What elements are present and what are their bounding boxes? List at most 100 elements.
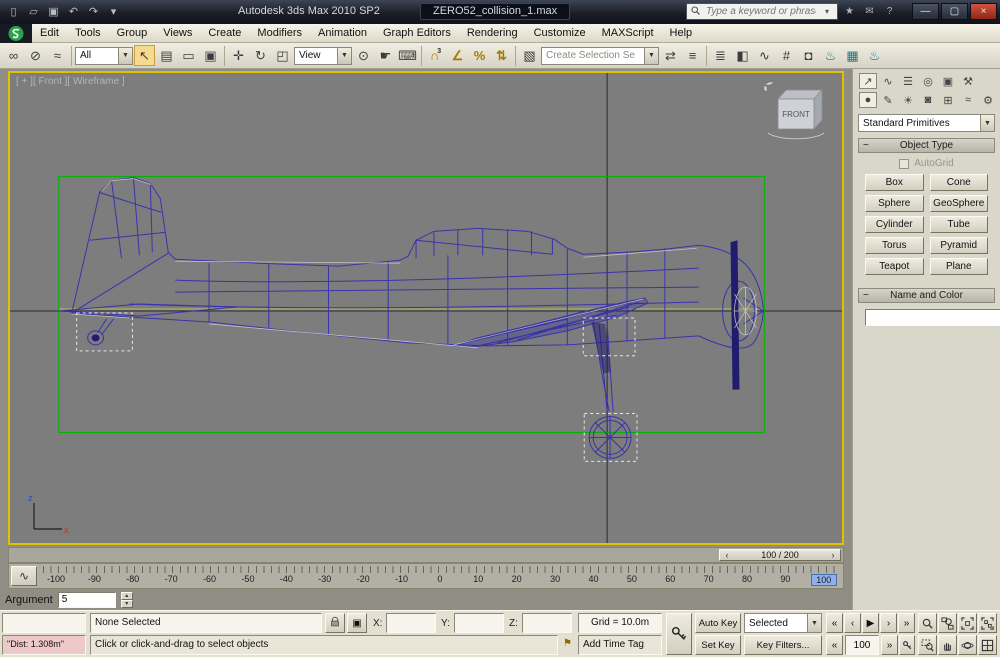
current-frame-field[interactable] xyxy=(845,635,879,655)
help-icon[interactable]: ? xyxy=(881,3,898,20)
chevron-down-icon[interactable]: ▼ xyxy=(807,614,821,632)
zoom-all-icon[interactable] xyxy=(938,613,957,633)
menu-edit[interactable]: Edit xyxy=(32,25,67,41)
render-setup-icon[interactable]: ♨ xyxy=(820,45,841,66)
set-keys-icon[interactable] xyxy=(666,613,692,655)
orbit-icon[interactable] xyxy=(958,635,977,655)
next-frame-icon[interactable]: › xyxy=(880,613,897,633)
tab-create-icon[interactable]: ↗ xyxy=(859,73,877,89)
maxscript-macro-line[interactable]: "Dist: 1.308m" xyxy=(2,635,86,655)
select-and-scale-icon[interactable]: ◰ xyxy=(272,45,293,66)
undo-icon[interactable]: ↶ xyxy=(64,3,83,21)
category-systems-icon[interactable]: ⚙ xyxy=(979,92,997,108)
angle-snap-icon[interactable]: ∠ xyxy=(447,45,468,66)
search-input[interactable] xyxy=(703,6,819,17)
search-dropdown-icon[interactable]: ▾ xyxy=(819,7,835,16)
save-file-icon[interactable]: ▣ xyxy=(44,3,63,21)
percent-snap-icon[interactable]: % xyxy=(469,45,490,66)
menu-graph-editors[interactable]: Graph Editors xyxy=(375,25,459,41)
category-geometry-icon[interactable]: ● xyxy=(859,92,877,108)
menu-create[interactable]: Create xyxy=(200,25,249,41)
time-slider-next-icon[interactable]: › xyxy=(826,550,840,560)
unlink-selection-icon[interactable]: ⊘ xyxy=(25,45,46,66)
category-cameras-icon[interactable]: ◙ xyxy=(919,92,937,108)
trackbar-current-frame[interactable]: 100 xyxy=(811,574,837,586)
tab-motion-icon[interactable]: ◎ xyxy=(919,73,937,89)
mirror-icon[interactable]: ⇄ xyxy=(660,45,681,66)
bind-to-space-warp-icon[interactable]: ≈ xyxy=(47,45,68,66)
maximize-button[interactable]: ▢ xyxy=(941,3,968,20)
absolute-mode-icon[interactable]: ▣ xyxy=(347,613,367,633)
select-and-rotate-icon[interactable]: ↻ xyxy=(250,45,271,66)
object-name-field[interactable] xyxy=(865,309,1000,326)
graphite-modeling-tools-icon[interactable]: ◧ xyxy=(732,45,753,66)
open-file-icon[interactable]: ▱ xyxy=(24,3,43,21)
render-production-icon[interactable]: ♨ xyxy=(864,45,885,66)
time-slider-handle[interactable]: ‹ 100 / 200 › xyxy=(719,549,841,561)
menu-maxscript[interactable]: MAXScript xyxy=(594,25,662,41)
use-center-icon[interactable]: ⊙ xyxy=(353,45,374,66)
communication-center-icon[interactable]: ✉ xyxy=(861,3,878,20)
search-icon[interactable] xyxy=(687,5,703,19)
tab-hierarchy-icon[interactable]: ☰ xyxy=(899,73,917,89)
autogrid-checkbox[interactable] xyxy=(899,159,909,169)
cylinder-button[interactable]: Cylinder xyxy=(865,216,924,233)
select-object-icon[interactable]: ↖ xyxy=(134,45,155,66)
chevron-down-icon[interactable]: ▼ xyxy=(980,115,994,131)
menu-animation[interactable]: Animation xyxy=(310,25,375,41)
category-shapes-icon[interactable]: ✎ xyxy=(879,92,897,108)
window-crossing-icon[interactable]: ▣ xyxy=(200,45,221,66)
tab-display-icon[interactable]: ▣ xyxy=(939,73,957,89)
time-slider-prev-icon[interactable]: ‹ xyxy=(720,550,734,560)
reference-coordinate-dropdown[interactable]: View ▼ xyxy=(294,47,352,65)
viewcube[interactable]: FRONT xyxy=(760,81,830,143)
argument-spinner[interactable]: ▴ ▾ xyxy=(121,592,133,608)
menu-rendering[interactable]: Rendering xyxy=(459,25,526,41)
edit-named-selection-sets-icon[interactable]: ▧ xyxy=(519,45,540,66)
menu-group[interactable]: Group xyxy=(109,25,156,41)
align-icon[interactable]: ≡ xyxy=(682,45,703,66)
auto-key-button[interactable]: Auto Key xyxy=(695,613,741,633)
chevron-down-icon[interactable]: ▼ xyxy=(337,48,351,64)
torus-button[interactable]: Torus xyxy=(865,237,924,254)
previous-key-icon[interactable]: « xyxy=(826,635,843,655)
minimize-button[interactable]: — xyxy=(912,3,939,20)
category-lights-icon[interactable]: ☀ xyxy=(899,92,917,108)
selection-lock-icon[interactable] xyxy=(325,613,345,633)
key-filters-button[interactable]: Key Filters... xyxy=(744,635,822,655)
maximize-viewport-toggle-icon[interactable] xyxy=(978,635,997,655)
favorites-star-icon[interactable]: ★ xyxy=(841,3,858,20)
time-slider-track[interactable]: ‹ 100 / 200 › xyxy=(8,547,844,563)
menu-tools[interactable]: Tools xyxy=(67,25,109,41)
go-to-end-icon[interactable]: » xyxy=(898,613,915,633)
maxscript-listener-line[interactable] xyxy=(2,613,86,633)
category-space-warps-icon[interactable]: ≈ xyxy=(959,92,977,108)
rendered-frame-window-icon[interactable]: ▦ xyxy=(842,45,863,66)
play-icon[interactable]: ▶ xyxy=(862,613,879,633)
menu-customize[interactable]: Customize xyxy=(526,25,594,41)
layer-manager-icon[interactable]: ≣ xyxy=(710,45,731,66)
select-and-link-icon[interactable]: ∞ xyxy=(3,45,24,66)
z-coordinate-field[interactable] xyxy=(522,613,572,633)
spinner-snap-icon[interactable]: ⇅ xyxy=(491,45,512,66)
chevron-down-icon[interactable]: ▼ xyxy=(118,48,132,64)
material-editor-icon[interactable]: ◘ xyxy=(798,45,819,66)
sphere-button[interactable]: Sphere xyxy=(865,195,924,212)
pyramid-button[interactable]: Pyramid xyxy=(930,237,989,254)
y-coordinate-field[interactable] xyxy=(454,613,504,633)
go-to-start-icon[interactable]: « xyxy=(826,613,843,633)
plane-button[interactable]: Plane xyxy=(930,258,989,275)
category-helpers-icon[interactable]: ⊞ xyxy=(939,92,957,108)
spinner-down-icon[interactable]: ▾ xyxy=(121,600,133,608)
tube-button[interactable]: Tube xyxy=(930,216,989,233)
previous-frame-icon[interactable]: ‹ xyxy=(844,613,861,633)
chevron-down-icon[interactable]: ▼ xyxy=(644,48,658,64)
zoom-extents-all-icon[interactable] xyxy=(978,613,997,633)
viewport-front[interactable]: [ + ][ Front ][ Wireframe ] xyxy=(8,71,844,545)
selection-filter-dropdown[interactable]: All ▼ xyxy=(75,47,133,65)
set-key-button[interactable]: Set Key xyxy=(695,635,741,655)
redo-icon[interactable]: ↷ xyxy=(84,3,103,21)
pan-hand-icon[interactable] xyxy=(938,635,957,655)
select-and-manipulate-icon[interactable]: ☛ xyxy=(375,45,396,66)
keyboard-shortcut-override-icon[interactable]: ⌨ xyxy=(397,45,418,66)
